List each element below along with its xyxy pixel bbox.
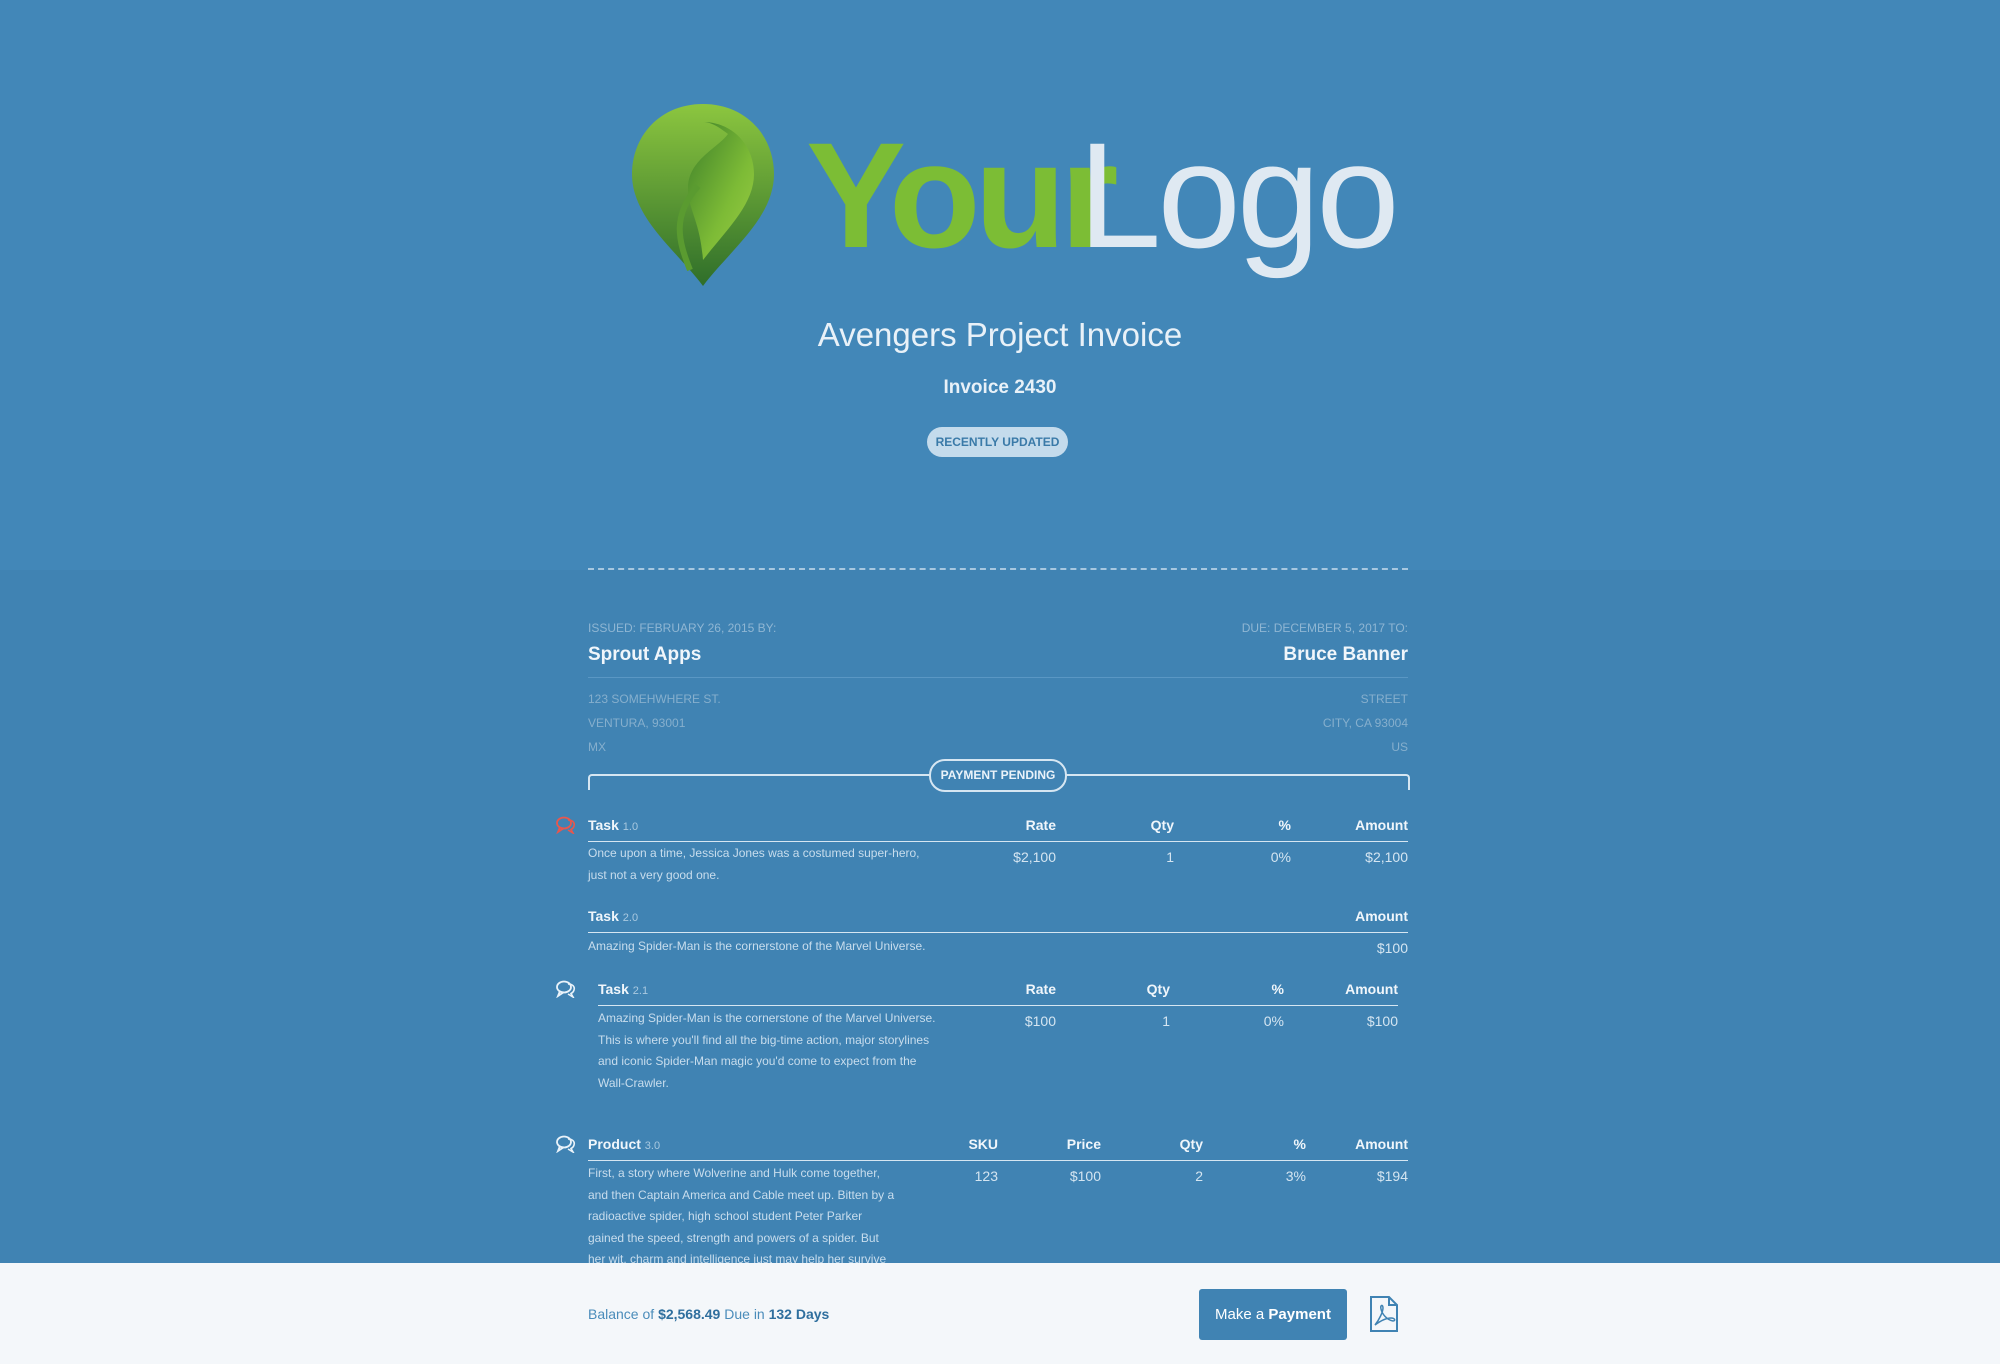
description-line: Amazing Spider-Man is the cornerstone of…	[598, 1011, 936, 1025]
due-label: DUE: DECEMBER 5, 2017 TO:	[1241, 621, 1408, 635]
item-amount: $194	[1376, 1168, 1408, 1184]
description-line: just not a very good one.	[588, 867, 720, 882]
item-rate: $2,100	[1013, 849, 1056, 865]
col-header-amount: Amount	[1355, 1136, 1408, 1152]
item-type-label: Task	[588, 817, 619, 833]
item-percent: 3%	[1285, 1168, 1306, 1184]
description-line: gained the speed, strength and powers of…	[588, 1230, 879, 1245]
item-percent: 0%	[1270, 849, 1291, 865]
invoice-number: Invoice 2430	[943, 377, 1057, 398]
recipient-address-line: STREET	[1360, 692, 1408, 706]
col-header-qty: Qty	[1150, 817, 1174, 833]
description-line: and iconic Spider-Man magic you'd come t…	[598, 1054, 917, 1068]
item-amount: $100	[1366, 1013, 1398, 1029]
col-header-sku: SKU	[968, 1136, 998, 1152]
recipient-address-line: CITY, CA 93004	[1322, 716, 1408, 730]
due-days: 132 Days	[768, 1306, 830, 1322]
item-amount: $2,100	[1365, 849, 1408, 865]
item-number: 3.0	[644, 1140, 661, 1152]
leaf-pin-icon	[632, 104, 774, 286]
recipient-name: Bruce Banner	[1283, 644, 1408, 665]
item-percent: 0%	[1263, 1013, 1284, 1029]
item-qty: 1	[1166, 849, 1174, 865]
item-rate: $100	[1024, 1013, 1056, 1029]
description-line: Wall-Crawler.	[598, 1075, 669, 1090]
col-header-qty: Qty	[1146, 981, 1170, 997]
balance-summary: Balance of $2,568.49 Due in 132 Days	[588, 1306, 829, 1322]
item-header-rule	[588, 841, 1408, 842]
description-line: First, a story where Wolverine and Hulk …	[588, 1166, 880, 1180]
payment-pending-badge: PAYMENT PENDING	[929, 759, 1067, 792]
description-line: and then Captain America and Cable meet …	[588, 1187, 895, 1202]
logo-text-logo: Logo	[1078, 111, 1400, 279]
payment-footer-bar	[0, 1263, 2000, 1364]
item-sku: 123	[974, 1168, 998, 1184]
col-header-amount: Amount	[1355, 817, 1408, 833]
item-title: Product 3.0	[588, 1136, 660, 1152]
pay-button-prefix: Make a	[1215, 1306, 1265, 1323]
item-header-rule	[598, 1005, 1398, 1006]
issuer-name: Sprout Apps	[588, 644, 702, 665]
make-payment-button[interactable]: Make a Payment	[1199, 1289, 1347, 1340]
comment-icon[interactable]	[556, 1135, 576, 1153]
balance-prefix: Balance of	[588, 1306, 655, 1322]
col-header-rate: Rate	[1025, 817, 1056, 833]
item-description: Amazing Spider-Man is the cornerstone of…	[588, 939, 926, 953]
col-header-amount: Amount	[1355, 908, 1408, 924]
item-description: Amazing Spider-Man is the cornerstone of…	[598, 1008, 935, 1094]
party-divider	[588, 677, 1408, 678]
item-amount: $100	[1376, 940, 1408, 956]
balance-amount: $2,568.49	[658, 1306, 721, 1322]
item-qty: 2	[1195, 1168, 1203, 1184]
due-prefix: Due in	[724, 1306, 765, 1322]
item-header-rule	[588, 932, 1408, 933]
item-type-label: Product	[588, 1136, 641, 1152]
item-type-label: Task	[588, 908, 619, 924]
issuer-address-line: VENTURA, 93001	[588, 716, 686, 730]
recently-updated-badge: RECENTLY UPDATED	[927, 427, 1068, 457]
description-line: radioactive spider, high school student …	[588, 1209, 863, 1223]
item-price: $100	[1069, 1168, 1101, 1184]
recipient-address-line: US	[1391, 740, 1408, 754]
col-header-percent: %	[1278, 817, 1291, 833]
item-number: 1.0	[622, 821, 639, 833]
col-header-rate: Rate	[1025, 981, 1056, 997]
item-title: Task 2.0	[588, 908, 638, 924]
description-line: Once upon a time, Jessica Jones was a co…	[588, 846, 920, 860]
item-qty: 1	[1162, 1013, 1170, 1029]
page-title: Avengers Project Invoice	[817, 316, 1183, 353]
col-header-amount: Amount	[1345, 981, 1398, 997]
company-logo: Your Logo	[628, 100, 1400, 300]
item-title: Task 2.1	[598, 981, 648, 997]
item-title: Task 1.0	[588, 817, 638, 833]
issuer-address-line: MX	[588, 740, 606, 754]
comment-icon[interactable]	[556, 980, 576, 998]
issuer-address-line: 123 SOMEHWHERE ST.	[588, 692, 721, 706]
comment-icon[interactable]	[556, 816, 576, 834]
item-type-label: Task	[598, 981, 629, 997]
col-header-percent: %	[1271, 981, 1284, 997]
col-header-percent: %	[1293, 1136, 1306, 1152]
item-number: 2.0	[622, 912, 639, 924]
pay-button-bold: Payment	[1268, 1306, 1331, 1323]
invoice-body-background	[0, 570, 2000, 1364]
item-description: First, a story where Wolverine and Hulk …	[588, 1163, 894, 1271]
col-header-price: Price	[1066, 1136, 1101, 1152]
logo-text-your: Your	[806, 111, 1119, 279]
item-description: Once upon a time, Jessica Jones was a co…	[588, 843, 920, 886]
header-divider	[588, 568, 1408, 570]
item-number: 2.1	[632, 985, 649, 997]
issued-label: ISSUED: FEBRUARY 26, 2015 BY:	[588, 621, 777, 635]
item-header-rule	[588, 1160, 1408, 1161]
pdf-download-icon[interactable]	[1369, 1296, 1399, 1332]
description-line: This is where you'll find all the big-ti…	[598, 1032, 930, 1047]
col-header-qty: Qty	[1179, 1136, 1203, 1152]
